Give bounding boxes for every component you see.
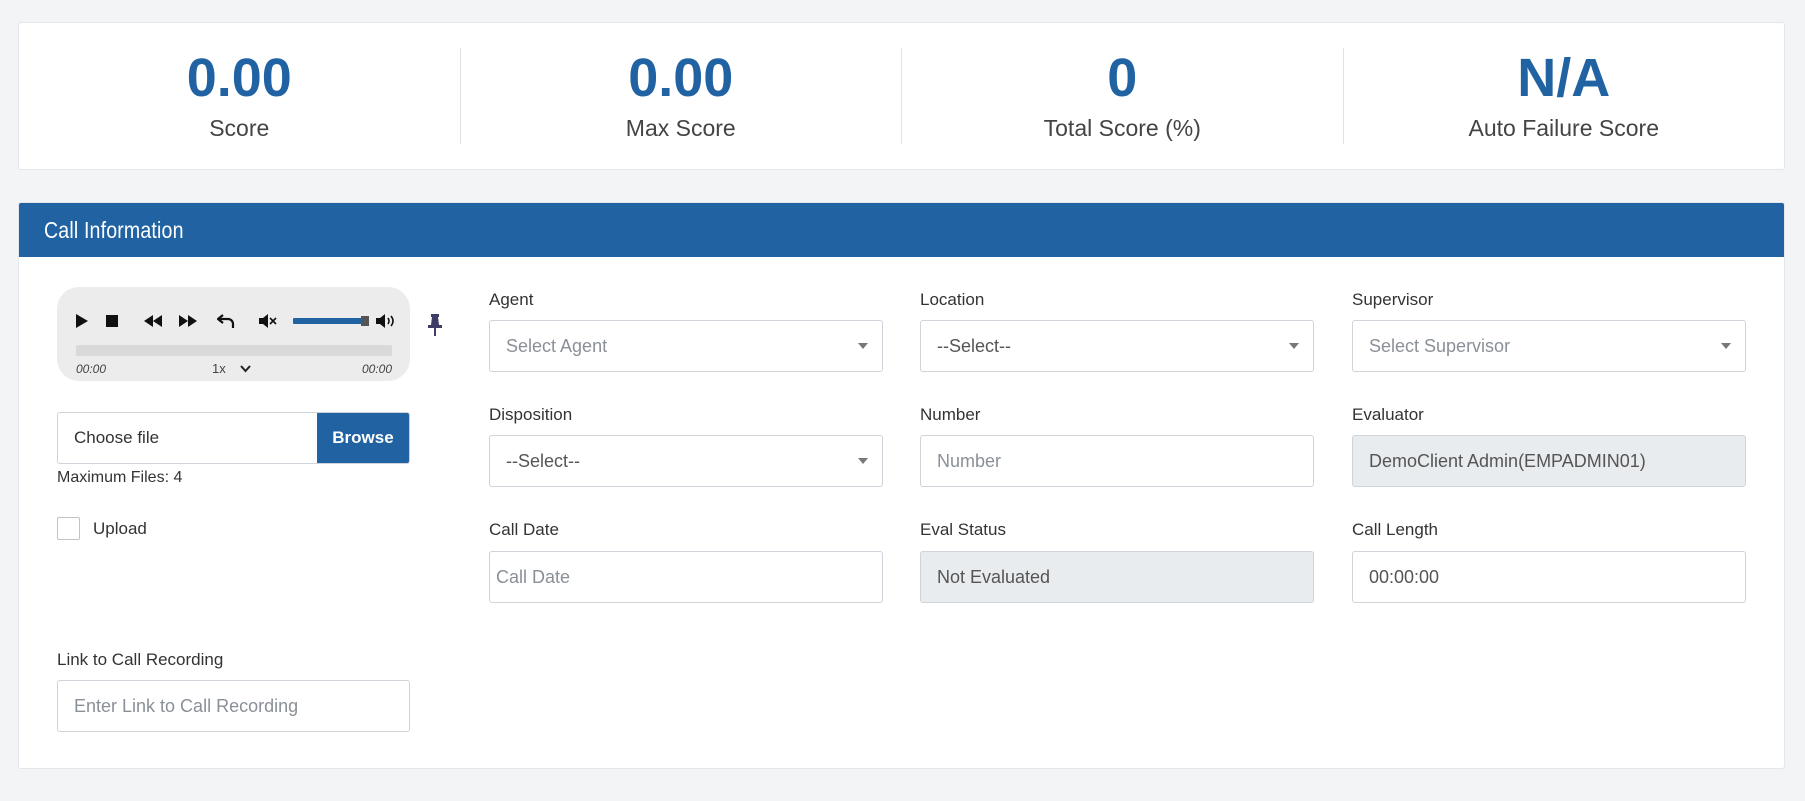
caret-down-icon: [858, 458, 868, 464]
total-score-label: Total Score (%): [1043, 114, 1201, 141]
call-information-panel: Call Information 00:00 1x 00:00 Choose f…: [18, 202, 1785, 769]
call-recording-link-input[interactable]: Enter Link to Call Recording: [57, 680, 410, 732]
supervisor-label: Supervisor: [1352, 290, 1434, 309]
auto-failure-cell: N/A Auto Failure Score: [1344, 48, 1785, 144]
call-length-label: Call Length: [1352, 520, 1439, 539]
supervisor-value: Select Supervisor: [1369, 335, 1511, 356]
disposition-value: --Select--: [506, 450, 581, 471]
rewind-icon[interactable]: [142, 310, 164, 332]
volume-icon[interactable]: [375, 310, 397, 332]
caret-down-icon: [1289, 343, 1299, 349]
panel-header: Call Information: [19, 203, 1784, 257]
total-score-value: 0: [1107, 47, 1138, 108]
number-input[interactable]: Number: [920, 435, 1314, 487]
panel-title: Call Information: [44, 216, 184, 243]
fast-forward-icon[interactable]: [177, 310, 199, 332]
volume-handle[interactable]: [361, 316, 369, 326]
location-label: Location: [920, 290, 985, 309]
auto-failure-label: Auto Failure Score: [1468, 114, 1659, 141]
caret-down-icon: [1721, 343, 1731, 349]
speed-select[interactable]: 1x: [212, 361, 251, 376]
supervisor-select[interactable]: Select Supervisor: [1352, 320, 1746, 372]
agent-value: Select Agent: [506, 335, 608, 356]
total-score-cell: 0 Total Score (%): [902, 48, 1344, 144]
max-score-cell: 0.00 Max Score: [461, 47, 902, 144]
max-files-note: Maximum Files: 4: [57, 469, 183, 486]
call-date-label: Call Date: [489, 520, 559, 539]
call-length-input[interactable]: 00:00:00: [1352, 551, 1746, 603]
pin-icon[interactable]: [425, 313, 445, 337]
max-score-label: Max Score: [625, 114, 736, 141]
mute-icon[interactable]: [257, 310, 279, 332]
location-value: --Select--: [937, 335, 1012, 356]
upload-label: Upload: [93, 518, 147, 538]
max-score-value: 0.00: [628, 47, 734, 108]
score-label: Score: [209, 114, 270, 141]
chevron-down-icon: [239, 364, 251, 372]
audio-player: 00:00 1x 00:00: [57, 287, 410, 381]
upload-option: Upload: [57, 517, 147, 540]
auto-failure-value: N/A: [1517, 47, 1611, 108]
number-label: Number: [920, 405, 981, 424]
disposition-select[interactable]: --Select--: [489, 435, 883, 487]
upload-checkbox[interactable]: [57, 517, 80, 540]
duration: 00:00: [361, 362, 392, 376]
volume-slider[interactable]: [293, 318, 363, 324]
score-value: 0.00: [186, 47, 292, 108]
browse-button[interactable]: Browse: [317, 413, 409, 463]
evaluator-field: DemoClient Admin(EMPADMIN01): [1352, 435, 1746, 487]
speed-value: 1x: [212, 361, 226, 376]
play-icon[interactable]: [71, 310, 93, 332]
link-label: Link to Call Recording: [57, 650, 224, 669]
score-summary: 0.00 Score 0.00 Max Score 0 Total Score …: [18, 22, 1785, 170]
disposition-label: Disposition: [489, 405, 573, 424]
current-time: 00:00: [76, 362, 107, 376]
score-cell: 0.00 Score: [19, 48, 461, 144]
agent-select[interactable]: Select Agent: [489, 320, 883, 372]
evaluator-label: Evaluator: [1352, 405, 1424, 424]
call-date-input[interactable]: Call Date: [489, 551, 883, 603]
location-select[interactable]: --Select--: [920, 320, 1314, 372]
eval-status-label: Eval Status: [920, 520, 1006, 539]
playback-progress[interactable]: [76, 345, 392, 356]
agent-label: Agent: [489, 290, 534, 309]
stop-icon[interactable]: [101, 310, 123, 332]
replay-icon[interactable]: [215, 310, 237, 332]
caret-down-icon: [858, 343, 868, 349]
eval-status-field: Not Evaluated: [920, 551, 1314, 603]
file-chooser[interactable]: Choose file Browse: [57, 412, 410, 464]
choose-file-label[interactable]: Choose file: [58, 413, 317, 463]
